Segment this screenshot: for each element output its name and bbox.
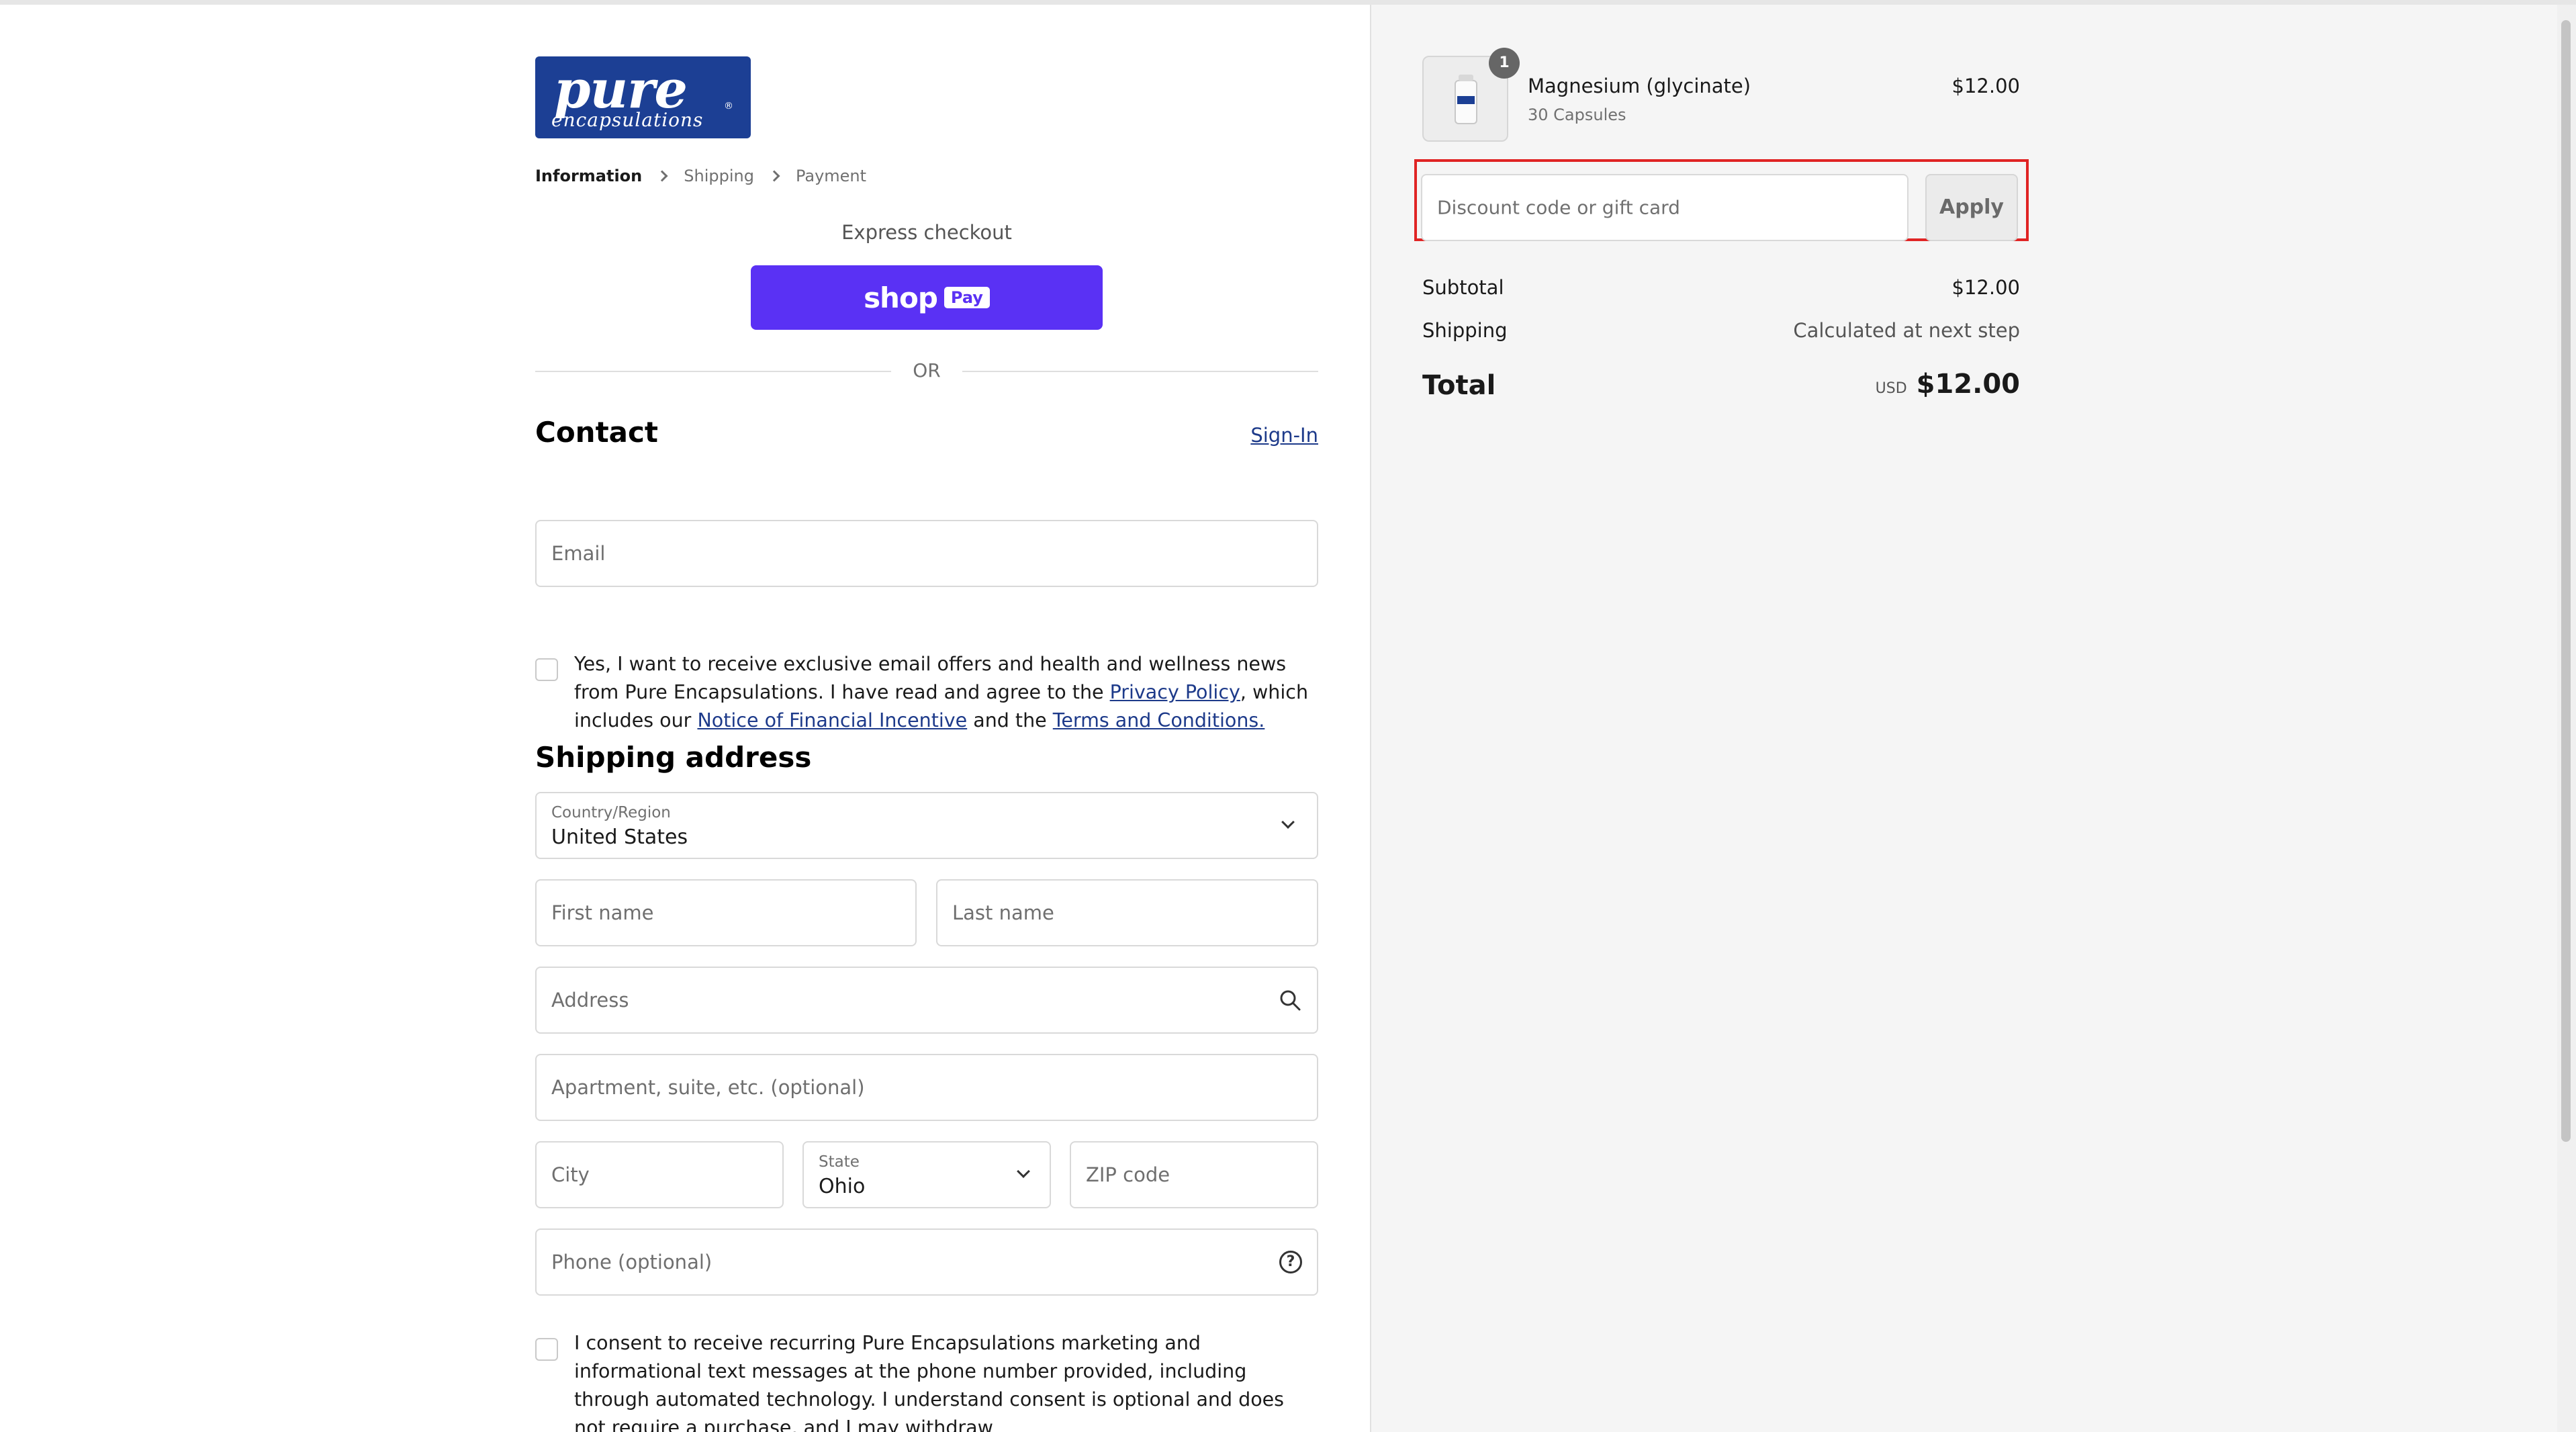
- country-select[interactable]: Country/Region United States: [535, 792, 1318, 859]
- order-summary: 1 Magnesium (glycinate) 30 Capsules $12.…: [1370, 5, 2576, 1432]
- email-offers-checkbox[interactable]: [535, 658, 558, 681]
- first-name-field[interactable]: First name: [535, 879, 917, 946]
- terms-conditions-link[interactable]: Terms and Conditions.: [1053, 709, 1265, 731]
- product-variant: 30 Capsules: [1528, 105, 1626, 124]
- sign-in-link[interactable]: Sign-In: [1250, 424, 1318, 447]
- or-divider: OR: [535, 358, 1318, 385]
- subtotal-row: Subtotal $12.00: [1422, 276, 2020, 299]
- shop-pay-button[interactable]: shop Pay: [751, 265, 1103, 330]
- sms-consent-checkbox[interactable]: [535, 1338, 558, 1361]
- supplement-bottle-image: [1455, 75, 1477, 124]
- breadcrumb: Information Shipping Payment: [535, 165, 866, 187]
- privacy-policy-link[interactable]: Privacy Policy: [1110, 681, 1240, 703]
- checkout-main: pure ® encapsulations Information Shippi…: [0, 5, 1370, 1432]
- address-field[interactable]: Address: [535, 967, 1318, 1034]
- apartment-field[interactable]: Apartment, suite, etc. (optional): [535, 1054, 1318, 1121]
- shop-pay-wordmark: shop: [864, 281, 938, 314]
- chevron-right-icon: [656, 170, 668, 182]
- shop-pay-tag: Pay: [944, 287, 990, 308]
- email-field[interactable]: Email: [535, 520, 1318, 587]
- chevron-down-icon: [1281, 815, 1295, 829]
- state-select[interactable]: State Ohio: [802, 1141, 1051, 1208]
- scrollbar-thumb[interactable]: [2561, 20, 2571, 1142]
- shipping-address-heading: Shipping address: [535, 741, 812, 774]
- quantity-badge: 1: [1489, 48, 1520, 79]
- checkout-page: pure ® encapsulations Information Shippi…: [0, 0, 2576, 1432]
- subtotal-value: $12.00: [1951, 276, 2020, 299]
- breadcrumb-payment[interactable]: Payment: [796, 167, 866, 185]
- discount-highlight: Discount code or gift card Apply: [1414, 159, 2029, 241]
- product-price: $12.00: [1951, 75, 2020, 97]
- express-checkout-title: Express checkout: [841, 221, 1012, 244]
- chevron-down-icon: [1017, 1165, 1030, 1178]
- city-field[interactable]: City: [535, 1141, 784, 1208]
- breadcrumb-information: Information: [535, 167, 643, 185]
- total-row: Total USD $12.00: [1422, 369, 2020, 401]
- contact-heading: Contact: [535, 416, 658, 449]
- total-value: $12.00: [1916, 369, 2020, 400]
- chevron-right-icon: [768, 170, 780, 182]
- divider-line: [962, 371, 1318, 372]
- help-icon[interactable]: ?: [1279, 1251, 1302, 1273]
- discount-code-input[interactable]: Discount code or gift card: [1421, 174, 1908, 241]
- product-name: Magnesium (glycinate): [1528, 75, 1751, 97]
- top-border: [0, 0, 2576, 5]
- notice-financial-incentive-link[interactable]: Notice of Financial Incentive: [697, 709, 967, 731]
- zip-code-field[interactable]: ZIP code: [1070, 1141, 1318, 1208]
- shipping-row: Shipping Calculated at next step: [1422, 319, 2020, 342]
- apply-discount-button[interactable]: Apply: [1925, 174, 2018, 241]
- search-icon[interactable]: [1278, 988, 1302, 1012]
- last-name-field[interactable]: Last name: [936, 879, 1318, 946]
- pure-encapsulations-logo[interactable]: pure ® encapsulations: [535, 56, 751, 138]
- sms-consent-text: I consent to receive recurring Pure Enca…: [574, 1332, 1285, 1432]
- phone-field[interactable]: Phone (optional) ?: [535, 1228, 1318, 1296]
- email-consent-text: Yes, I want to receive exclusive email o…: [574, 653, 1309, 731]
- currency-code: USD: [1875, 380, 1907, 397]
- breadcrumb-shipping[interactable]: Shipping: [684, 167, 754, 185]
- shipping-value: Calculated at next step: [1793, 319, 2020, 342]
